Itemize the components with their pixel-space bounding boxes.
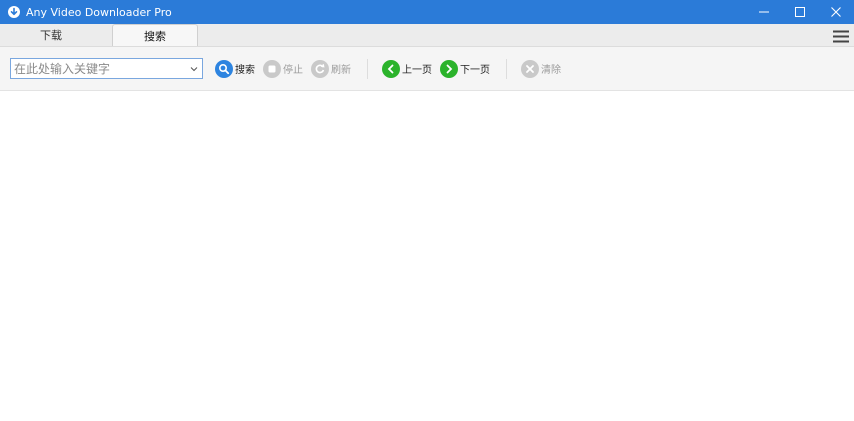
maximize-icon (795, 7, 805, 17)
window-controls (746, 0, 854, 24)
refresh-button[interactable]: 刷新 (311, 57, 351, 81)
close-button[interactable] (818, 0, 854, 24)
results-area (0, 92, 854, 421)
keyword-combobox[interactable] (10, 58, 203, 79)
clear-button-label: 清除 (541, 65, 561, 76)
close-icon (831, 7, 841, 17)
chevron-left-icon (382, 59, 400, 78)
chevron-down-icon[interactable] (189, 64, 199, 74)
tab-search[interactable]: 搜索 (112, 24, 198, 46)
stop-icon (263, 59, 281, 78)
stop-button-label: 停止 (283, 65, 303, 76)
prev-page-button[interactable]: 上一页 (382, 57, 432, 81)
search-button[interactable]: 搜索 (215, 57, 255, 81)
search-button-label: 搜索 (235, 65, 255, 76)
app-window: Any Video Downloader Pro 下载 搜索 在此处输入关键字 … (0, 0, 854, 421)
search-toolbar: 搜索 停止 刷新 上一页 下一页 (0, 47, 854, 91)
refresh-icon (311, 59, 329, 78)
maximize-button[interactable] (782, 0, 818, 24)
prev-page-label: 上一页 (402, 65, 432, 76)
refresh-button-label: 刷新 (331, 65, 351, 76)
next-page-button[interactable]: 下一页 (440, 57, 490, 81)
tab-download[interactable]: 下载 (8, 24, 94, 46)
keyword-input[interactable] (11, 59, 187, 78)
toolbar-divider (506, 58, 507, 79)
clear-x-icon (521, 59, 539, 78)
download-arrow-icon (8, 6, 20, 18)
stop-button[interactable]: 停止 (263, 57, 303, 81)
title-bar: Any Video Downloader Pro (0, 0, 854, 24)
window-title: Any Video Downloader Pro (26, 5, 172, 19)
menu-button[interactable] (832, 28, 850, 44)
hamburger-icon (833, 30, 849, 42)
toolbar-divider (367, 58, 368, 79)
minimize-button[interactable] (746, 0, 782, 24)
clear-button[interactable]: 清除 (521, 57, 561, 81)
next-page-label: 下一页 (460, 65, 490, 76)
search-icon (215, 59, 233, 78)
minimize-icon (759, 11, 769, 13)
chevron-right-icon (440, 59, 458, 78)
tab-bar: 下载 搜索 (0, 24, 854, 47)
